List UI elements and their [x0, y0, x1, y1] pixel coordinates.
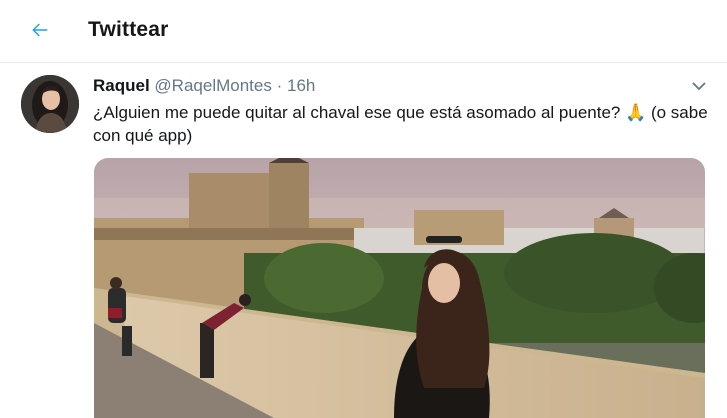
tweet-time[interactable]: 16h [287, 76, 315, 95]
avatar-image [21, 75, 79, 133]
author-name[interactable]: Raquel [93, 76, 150, 95]
tweet[interactable]: Raquel @RaqelMontes · 16h ¿Alguien me pu… [0, 63, 727, 418]
meta-separator: · [276, 76, 283, 95]
tweet-photo[interactable] [94, 158, 705, 418]
tweet-meta: Raquel @RaqelMontes · 16h [93, 76, 315, 96]
chevron-down-icon [692, 82, 706, 91]
page-title: Twittear [88, 18, 169, 41]
photo-image [94, 158, 705, 418]
avatar[interactable] [21, 75, 79, 133]
top-bar: Twittear [0, 0, 727, 63]
author-handle[interactable]: @RaqelMontes [154, 76, 271, 95]
back-button[interactable] [26, 16, 54, 44]
arrow-left-icon [32, 23, 48, 37]
more-button[interactable] [690, 77, 708, 95]
tweet-text: ¿Alguien me puede quitar al chaval ese q… [93, 103, 708, 145]
